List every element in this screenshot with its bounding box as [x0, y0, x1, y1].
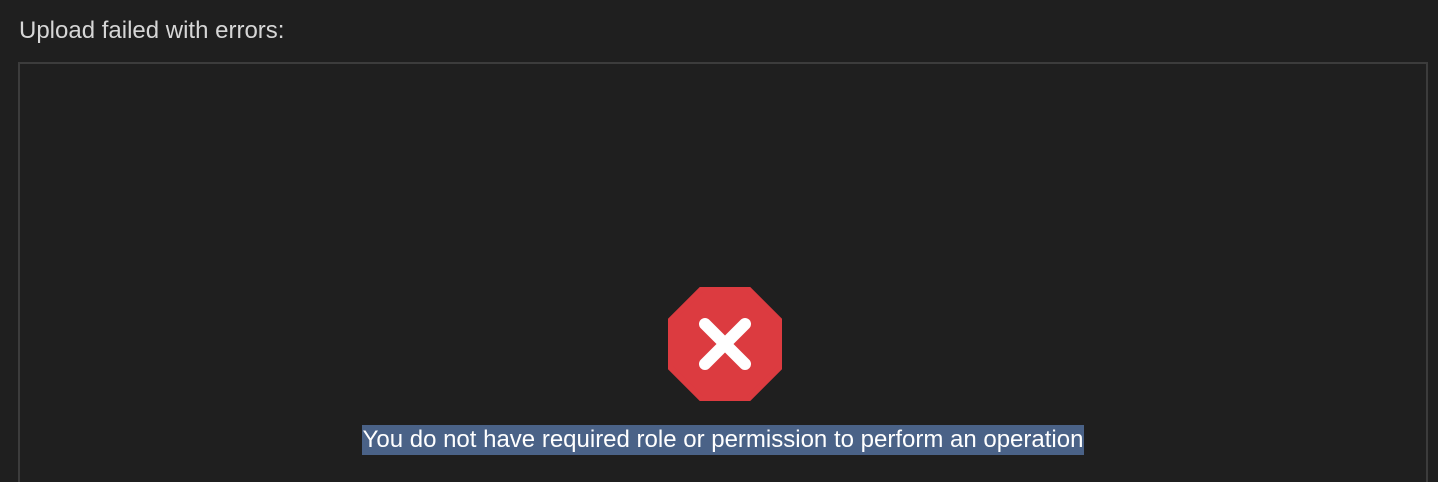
- error-octagon-x-icon: [668, 287, 782, 401]
- error-panel: You do not have required role or permiss…: [18, 62, 1428, 482]
- upload-status-title: Upload failed with errors:: [19, 17, 285, 44]
- error-message-text[interactable]: You do not have required role or permiss…: [361, 425, 1085, 455]
- error-message-row: You do not have required role or permiss…: [20, 425, 1426, 455]
